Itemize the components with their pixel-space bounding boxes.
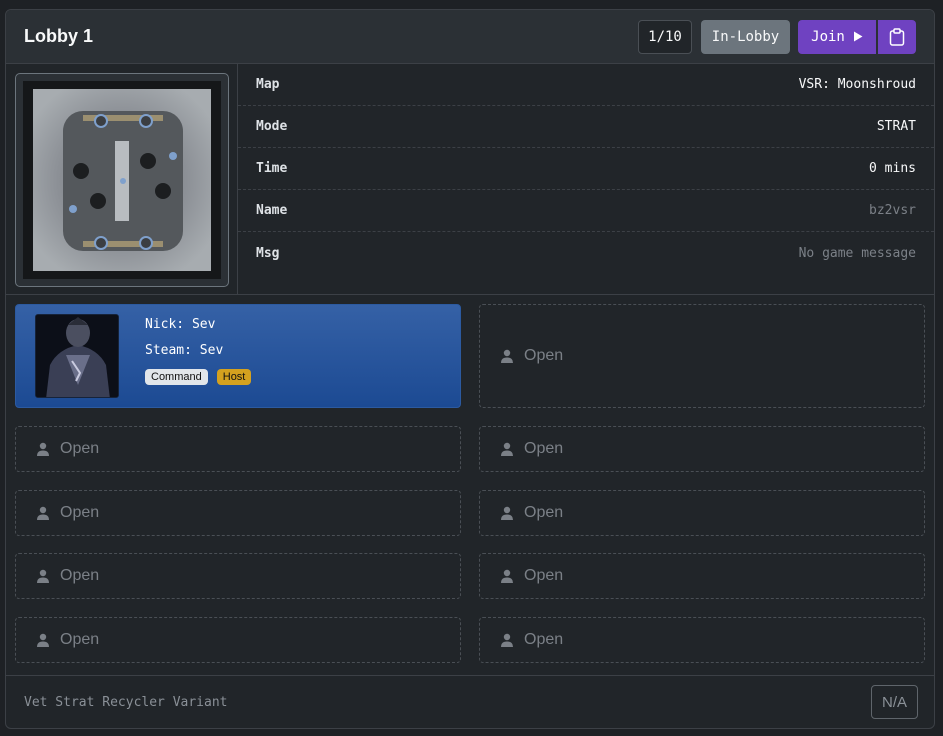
player-slots: Nick: Sev Steam: Sev Command Host Open O… — [6, 295, 934, 676]
user-icon — [37, 569, 49, 583]
play-icon — [853, 31, 863, 42]
open-label: Open — [524, 440, 564, 457]
lobby-footer: Vet Strat Recycler Variant N/A — [6, 676, 934, 728]
host-tag: Host — [216, 368, 252, 385]
detail-value: No game message — [798, 245, 916, 261]
map-image — [23, 81, 221, 279]
open-label: Open — [60, 631, 100, 648]
detail-row-map: Map VSR: Moonshroud — [238, 64, 934, 106]
detail-key: Mode — [256, 119, 288, 134]
user-icon — [501, 442, 513, 456]
detail-key: Time — [256, 161, 288, 176]
detail-key: Name — [256, 203, 288, 218]
open-slot[interactable]: Open — [479, 426, 925, 472]
open-label: Open — [524, 347, 564, 364]
lobby-info: Map VSR: Moonshroud Mode STRAT Time 0 mi… — [6, 64, 934, 295]
detail-value: VSR: Moonshroud — [798, 77, 916, 92]
player-tags: Command Host — [145, 368, 252, 385]
map-preview — [15, 73, 229, 287]
detail-row-msg: Msg No game message — [238, 232, 934, 274]
open-slot[interactable]: Open — [479, 553, 925, 599]
open-slot[interactable]: Open — [15, 617, 461, 663]
user-icon — [37, 633, 49, 647]
detail-row-mode: Mode STRAT — [238, 106, 934, 148]
open-slot[interactable]: Open — [15, 553, 461, 599]
open-slot[interactable]: Open — [479, 490, 925, 536]
join-button[interactable]: Join — [798, 19, 878, 54]
join-label: Join — [811, 28, 845, 45]
player-card[interactable]: Nick: Sev Steam: Sev Command Host — [15, 304, 461, 408]
user-icon — [37, 442, 49, 456]
open-slot[interactable]: Open — [15, 490, 461, 536]
avatar — [35, 314, 119, 398]
detail-key: Map — [256, 77, 280, 92]
open-slot[interactable]: Open — [479, 617, 925, 663]
open-label: Open — [60, 567, 100, 584]
open-slot[interactable]: Open — [479, 304, 925, 408]
detail-value: STRAT — [876, 119, 916, 134]
user-icon — [501, 506, 513, 520]
lobby-details-table: Map VSR: Moonshroud Mode STRAT Time 0 mi… — [238, 64, 934, 294]
player-steam: Steam: Sev — [145, 342, 224, 358]
lobby-header: Lobby 1 1/10 In-Lobby Join — [6, 10, 934, 64]
status-badge: In-Lobby — [701, 19, 790, 54]
player-info: Nick: Sev Steam: Sev Command Host — [145, 316, 252, 396]
open-label: Open — [524, 504, 564, 521]
game-description: Vet Strat Recycler Variant — [24, 694, 228, 710]
user-icon — [501, 349, 513, 363]
copy-button[interactable] — [878, 19, 916, 54]
detail-row-name: Name bz2vsr — [238, 190, 934, 232]
command-tag: Command — [145, 368, 208, 385]
user-icon — [37, 506, 49, 520]
detail-key: Msg — [256, 245, 280, 261]
player-nick: Nick: Sev — [145, 316, 216, 332]
user-icon — [501, 633, 513, 647]
open-label: Open — [60, 504, 100, 521]
open-label: Open — [524, 567, 564, 584]
open-label: Open — [524, 631, 564, 648]
na-badge: N/A — [871, 685, 918, 719]
map-preview-container — [6, 64, 238, 294]
detail-value: 0 mins — [869, 161, 916, 176]
detail-value: bz2vsr — [869, 203, 916, 218]
detail-row-time: Time 0 mins — [238, 148, 934, 190]
clipboard-icon — [889, 27, 905, 46]
player-count-badge: 1/10 — [638, 19, 692, 54]
open-label: Open — [60, 440, 100, 457]
lobby-card: Lobby 1 1/10 In-Lobby Join Map VSR: Moon… — [5, 9, 935, 729]
open-slot[interactable]: Open — [15, 426, 461, 472]
lobby-title: Lobby 1 — [24, 26, 94, 46]
user-icon — [501, 569, 513, 583]
